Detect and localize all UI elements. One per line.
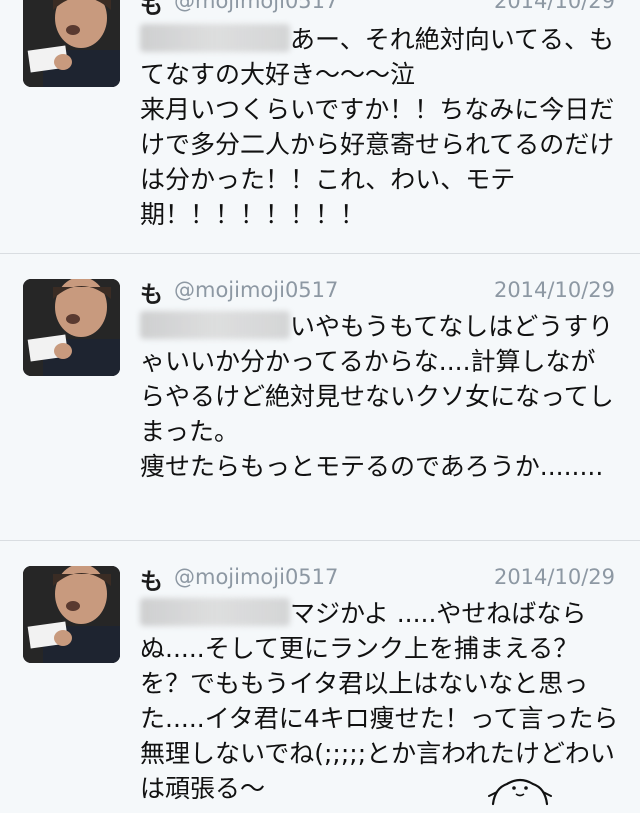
tweet-header: も @mojimoji0517 2014/10/29 bbox=[140, 0, 615, 20]
user-handle[interactable]: @mojimoji0517 bbox=[174, 0, 338, 13]
avatar[interactable] bbox=[23, 0, 120, 87]
tweet-text: いやもうもてなしはどうすりゃいいか分かってるからな....計算しながらやるけど絶… bbox=[140, 309, 620, 484]
blurred-mention bbox=[140, 24, 290, 52]
tweet-text-content: あー、それ絶対向いてる、もてなすの大好き〜〜〜泣 来月いつくらいですか！！ちなみ… bbox=[140, 25, 615, 229]
blurred-mention bbox=[140, 311, 290, 339]
tweet-date[interactable]: 2014/10/29 bbox=[494, 278, 615, 302]
timeline: も @mojimoji0517 2014/10/29 あー、それ絶対向いてる、も… bbox=[0, 0, 640, 813]
avatar[interactable] bbox=[23, 566, 120, 663]
avatar[interactable] bbox=[23, 279, 120, 376]
display-name[interactable]: も bbox=[140, 562, 163, 596]
tweet[interactable]: も @mojimoji0517 2014/10/29 マジかよ .....やせね… bbox=[0, 542, 640, 813]
tweet[interactable]: も @mojimoji0517 2014/10/29 いやもうもてなしはどうすり… bbox=[0, 255, 640, 541]
blurred-mention bbox=[140, 598, 290, 626]
kaomoji-emoji-icon bbox=[485, 774, 555, 812]
tweet-text-content: マジかよ .....やせねばならぬ.....そして更にランク上を捕まえる？を？で… bbox=[140, 599, 619, 803]
display-name[interactable]: も bbox=[140, 0, 163, 20]
display-name[interactable]: も bbox=[140, 275, 163, 309]
user-handle[interactable]: @mojimoji0517 bbox=[174, 565, 338, 589]
tweet-date[interactable]: 2014/10/29 bbox=[494, 565, 615, 589]
tweet-header: も @mojimoji0517 2014/10/29 bbox=[140, 275, 615, 309]
user-handle[interactable]: @mojimoji0517 bbox=[174, 278, 338, 302]
tweet-text: あー、それ絶対向いてる、もてなすの大好き〜〜〜泣 来月いつくらいですか！！ちなみ… bbox=[140, 22, 620, 232]
tweet-date[interactable]: 2014/10/29 bbox=[494, 0, 615, 13]
tweet[interactable]: も @mojimoji0517 2014/10/29 あー、それ絶対向いてる、も… bbox=[0, 0, 640, 254]
tweet-header: も @mojimoji0517 2014/10/29 bbox=[140, 562, 615, 596]
